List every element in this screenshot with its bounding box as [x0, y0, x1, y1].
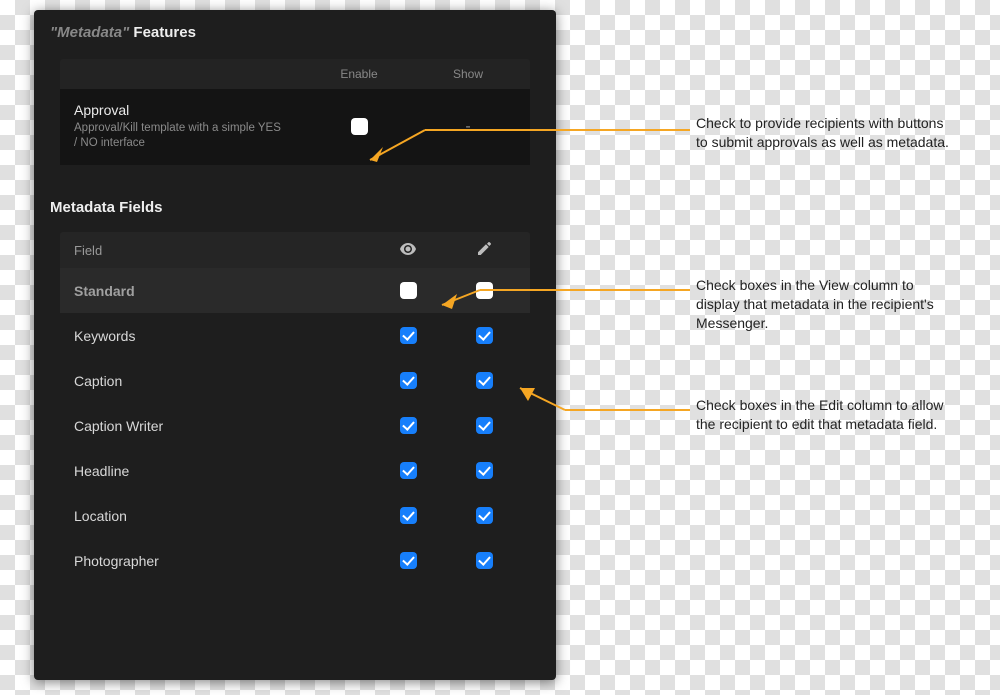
- table-row: Location: [60, 493, 530, 538]
- location-view-checkbox[interactable]: [400, 507, 417, 524]
- col-header-enable: Enable: [300, 59, 418, 89]
- view-callout-arrow: [430, 280, 700, 320]
- captionwriter-view-checkbox[interactable]: [400, 417, 417, 434]
- enable-callout-arrow: [355, 120, 695, 180]
- view-column-header: [370, 243, 446, 258]
- fields-section-title: Metadata Fields: [34, 185, 556, 228]
- eye-icon: [400, 243, 416, 258]
- standard-group-label: Standard: [60, 283, 370, 299]
- approval-feature-desc: Approval/Kill template with a simple YES…: [74, 121, 286, 151]
- features-section-title: "Metadata" Features: [34, 10, 556, 53]
- captionwriter-edit-checkbox[interactable]: [476, 417, 493, 434]
- table-row: Headline: [60, 448, 530, 493]
- enable-callout-text: Check to provide recipients with buttons…: [696, 114, 956, 152]
- headline-view-checkbox[interactable]: [400, 462, 417, 479]
- headline-edit-checkbox[interactable]: [476, 462, 493, 479]
- fields-header-row: Field: [60, 232, 530, 268]
- view-callout-text: Check boxes in the View column to displa…: [696, 276, 956, 333]
- field-label: Headline: [60, 463, 370, 479]
- keywords-edit-checkbox[interactable]: [476, 327, 493, 344]
- photographer-view-checkbox[interactable]: [400, 552, 417, 569]
- caption-view-checkbox[interactable]: [400, 372, 417, 389]
- approval-feature-name: Approval: [74, 102, 286, 118]
- table-row: Caption: [60, 358, 530, 403]
- edit-column-header: [446, 242, 522, 258]
- title-suffix: Features: [129, 24, 196, 41]
- pencil-icon: [478, 243, 491, 258]
- edit-callout-text: Check boxes in the Edit column to allow …: [696, 396, 956, 434]
- field-label: Keywords: [60, 328, 370, 344]
- keywords-view-checkbox[interactable]: [400, 327, 417, 344]
- standard-view-checkbox[interactable]: [400, 282, 417, 299]
- table-row: Caption Writer: [60, 403, 530, 448]
- col-header-show: Show: [418, 59, 518, 89]
- photographer-edit-checkbox[interactable]: [476, 552, 493, 569]
- caption-edit-checkbox[interactable]: [476, 372, 493, 389]
- title-quoted-part: "Metadata": [50, 24, 129, 41]
- table-row: Photographer: [60, 538, 530, 583]
- edit-callout-arrow: [505, 380, 705, 430]
- features-header-row: Enable Show: [60, 59, 530, 89]
- metadata-settings-panel: "Metadata" Features Enable Show Approval…: [34, 10, 556, 680]
- location-edit-checkbox[interactable]: [476, 507, 493, 524]
- field-label: Location: [60, 508, 370, 524]
- col-header-field: Field: [60, 243, 370, 258]
- field-label: Caption: [60, 373, 370, 389]
- field-label: Photographer: [60, 553, 370, 569]
- field-label: Caption Writer: [60, 418, 370, 434]
